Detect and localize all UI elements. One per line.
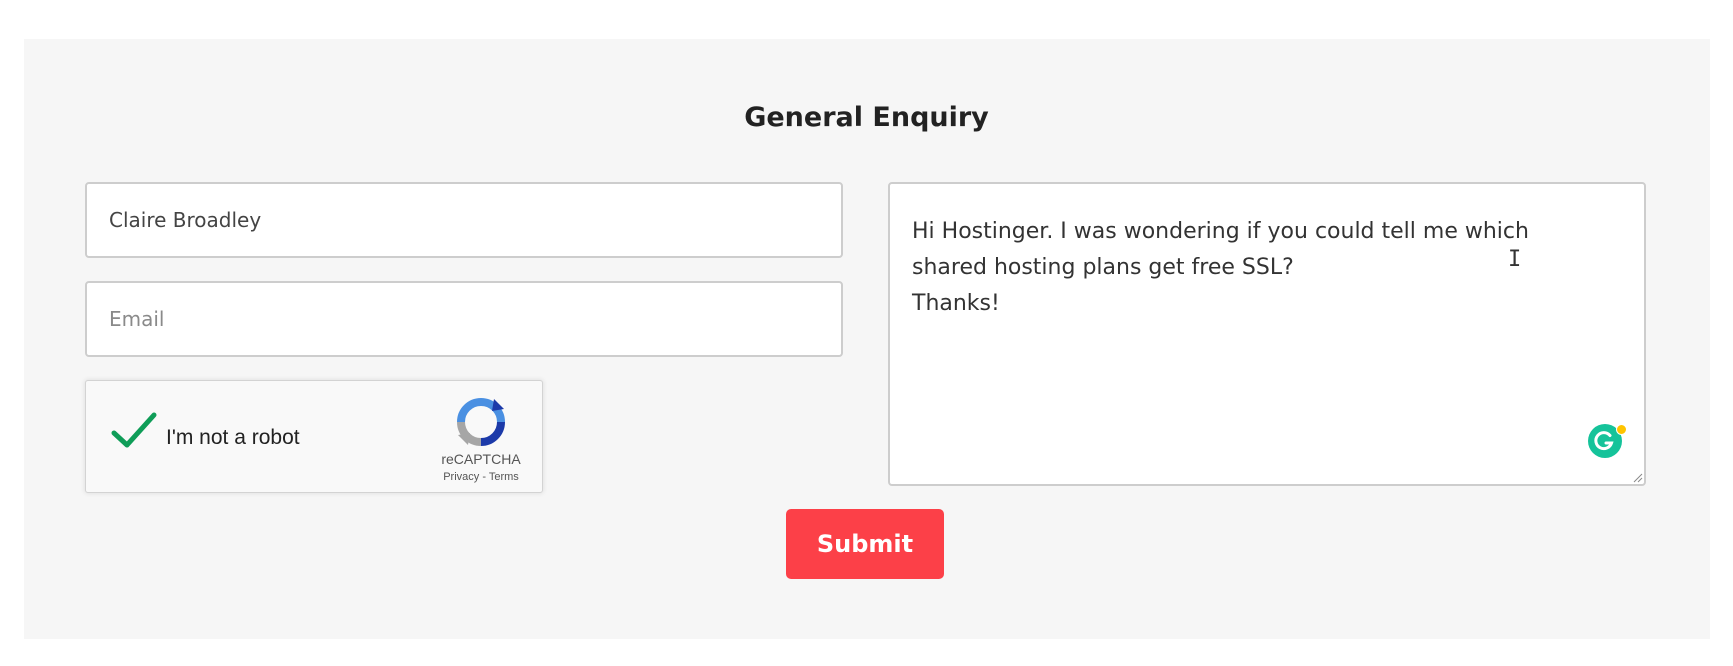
email-field[interactable] [85,281,843,357]
recaptcha-logo-icon [457,398,505,446]
resize-handle-icon[interactable] [1631,471,1643,483]
checkmark-icon[interactable] [110,411,158,451]
recaptcha-link-separator: - [479,471,489,483]
email-input[interactable] [87,283,841,355]
name-input[interactable] [87,184,841,256]
text-cursor-icon: I [1508,247,1522,272]
recaptcha-widget: I'm not a robot reCAPTCHA Privacy - Term… [85,380,543,493]
submit-button[interactable]: Submit [786,509,944,579]
recaptcha-terms-link[interactable]: Terms [489,471,519,483]
name-field[interactable] [85,182,843,258]
grammarly-notification-dot [1616,424,1627,435]
form-title: General Enquiry [744,102,989,133]
recaptcha-brand: reCAPTCHA [441,451,521,467]
message-field[interactable]: Hi Hostinger. I was wondering if you cou… [888,182,1646,486]
message-text[interactable]: Hi Hostinger. I was wondering if you cou… [912,214,1584,322]
recaptcha-label: I'm not a robot [166,426,300,449]
recaptcha-links: Privacy - Terms [426,471,536,483]
recaptcha-privacy-link[interactable]: Privacy [443,471,479,483]
